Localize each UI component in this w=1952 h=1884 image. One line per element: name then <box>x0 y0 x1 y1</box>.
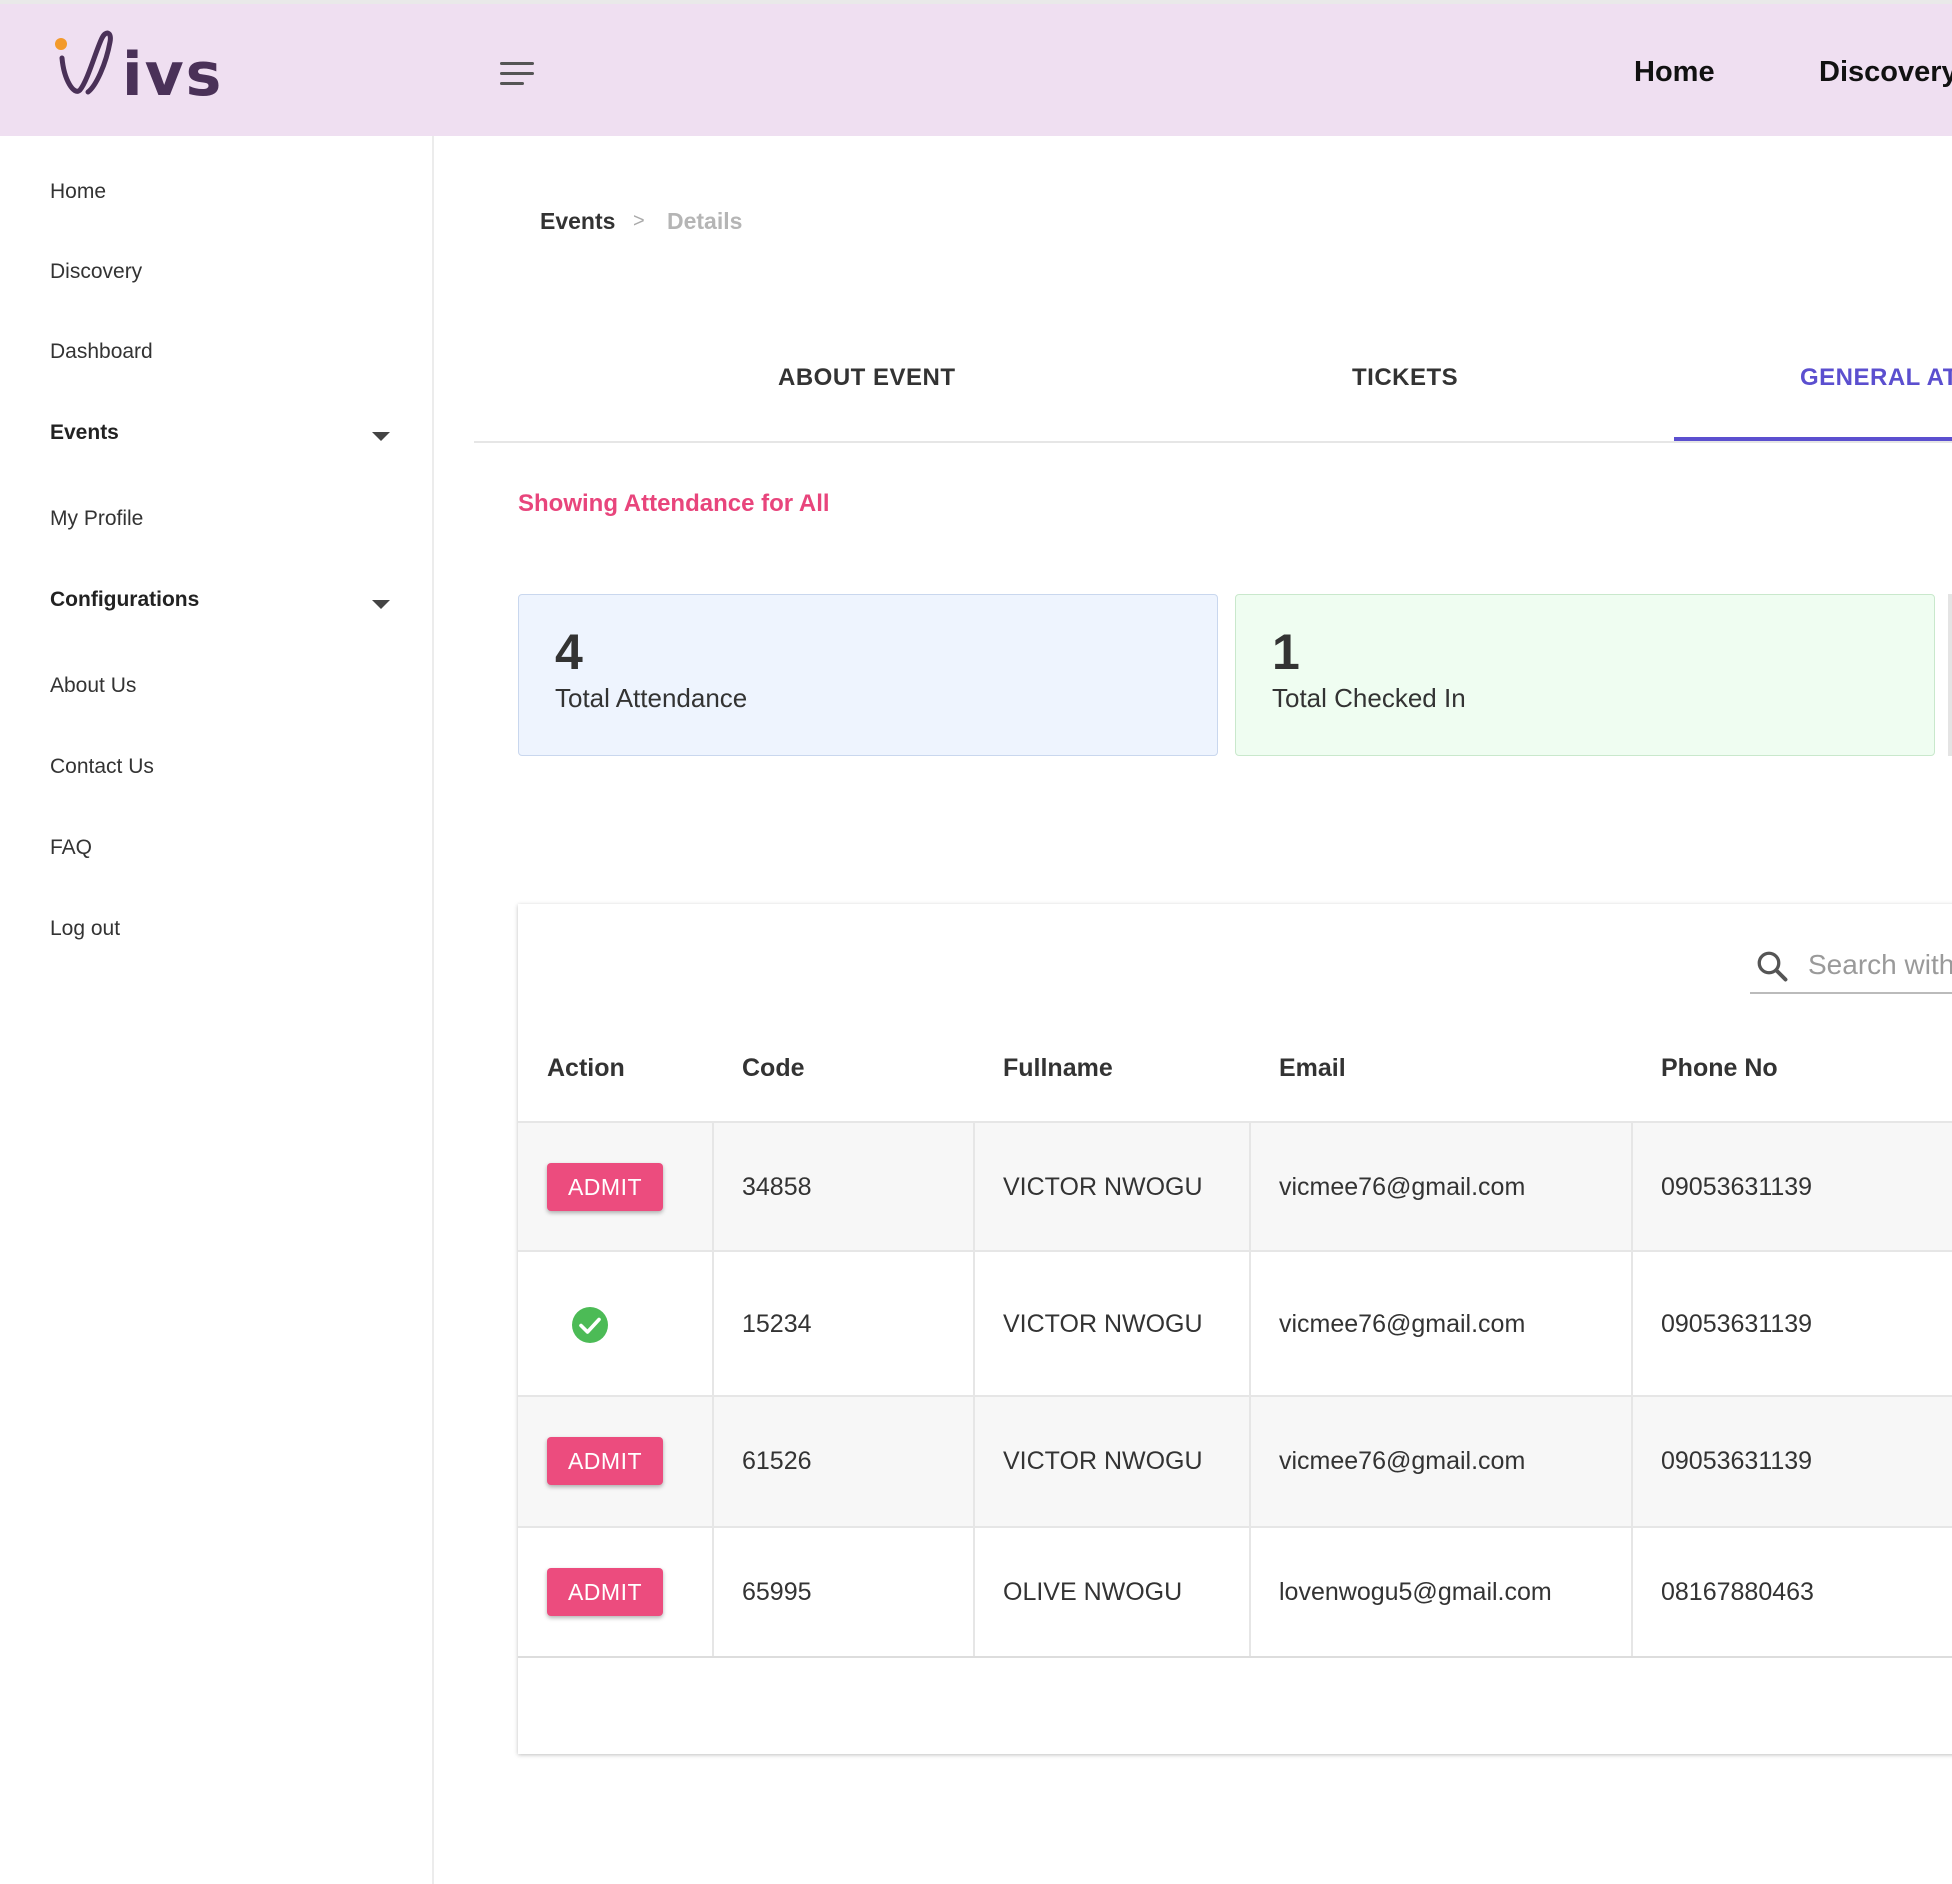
tab-about-event[interactable]: ABOUT EVENT <box>778 364 956 392</box>
phone-cell: 09053631139 <box>1661 1310 1813 1338</box>
code-cell: 61526 <box>742 1447 812 1475</box>
menu-toggle-icon[interactable] <box>500 62 536 88</box>
phone-cell: 08167880463 <box>1661 1578 1814 1606</box>
column-header-phone[interactable]: Phone No <box>1661 1054 1778 1083</box>
admit-button[interactable]: ADMIT <box>547 1163 663 1211</box>
fullname-cell: VICTOR NWOGU <box>1003 1447 1203 1475</box>
sidebar-item-my-profile[interactable]: My Profile <box>50 507 143 531</box>
table-row: 15234 VICTOR NWOGU vicmee76@gmail.com 09… <box>518 1250 1952 1395</box>
fullname-cell: VICTOR NWOGU <box>1003 1310 1203 1338</box>
total-checked-in-value: 1 <box>1272 624 1300 680</box>
sidebar: Home Discovery Dashboard Events My Profi… <box>0 136 434 1884</box>
header-bar: ivs Home Discovery <box>0 4 1952 136</box>
breadcrumb-events-link[interactable]: Events <box>540 208 615 235</box>
total-attendance-value: 4 <box>555 624 583 680</box>
table-footer-divider <box>518 1656 1952 1658</box>
total-attendance-label: Total Attendance <box>555 683 748 713</box>
attendance-heading: Showing Attendance for All <box>518 490 830 517</box>
search-box <box>1750 940 1952 994</box>
column-header-fullname[interactable]: Fullname <box>1003 1054 1113 1083</box>
column-header-email[interactable]: Email <box>1279 1054 1346 1083</box>
phone-cell: 09053631139 <box>1661 1173 1813 1201</box>
attendance-table-panel: Action Code Fullname Email Phone No ADMI… <box>518 904 1952 1754</box>
app-logo[interactable]: ivs <box>52 30 242 114</box>
sidebar-item-discovery[interactable]: Discovery <box>50 260 142 284</box>
sidebar-item-configurations[interactable]: Configurations <box>50 588 199 612</box>
sidebar-item-dashboard[interactable]: Dashboard <box>50 340 153 364</box>
breadcrumb-current: Details <box>667 208 743 234</box>
total-checked-in-label: Total Checked In <box>1272 683 1466 713</box>
next-card-edge <box>1948 594 1952 756</box>
table-row: ADMIT 34858 VICTOR NWOGU vicmee76@gmail.… <box>518 1121 1952 1250</box>
events-chevron-down-icon[interactable] <box>372 432 390 441</box>
sidebar-item-home[interactable]: Home <box>50 180 106 204</box>
email-cell: vicmee76@gmail.com <box>1279 1447 1526 1475</box>
breadcrumb-separator: > <box>633 210 645 232</box>
nav-home-link[interactable]: Home <box>1634 56 1715 89</box>
admit-button[interactable]: ADMIT <box>547 1568 663 1616</box>
sidebar-item-log-out[interactable]: Log out <box>50 917 120 941</box>
total-checked-in-card: 1 Total Checked In <box>1235 594 1935 756</box>
email-cell: vicmee76@gmail.com <box>1279 1310 1526 1338</box>
nav-discovery-link[interactable]: Discovery <box>1819 56 1952 89</box>
code-cell: 15234 <box>742 1310 812 1338</box>
table-row: ADMIT 65995 OLIVE NWOGU lovenwogu5@gmail… <box>518 1526 1952 1658</box>
active-tab-indicator <box>1674 437 1952 441</box>
fullname-cell: OLIVE NWOGU <box>1003 1578 1183 1606</box>
total-attendance-card: 4 Total Attendance <box>518 594 1218 756</box>
sidebar-item-events[interactable]: Events <box>50 421 119 445</box>
email-cell: vicmee76@gmail.com <box>1279 1173 1526 1201</box>
logo-mark-icon <box>55 30 113 95</box>
code-cell: 34858 <box>742 1173 812 1201</box>
search-icon <box>1757 951 1788 982</box>
email-cell: lovenwogu5@gmail.com <box>1279 1578 1552 1606</box>
sidebar-item-faq[interactable]: FAQ <box>50 836 92 860</box>
tab-general-attendance[interactable]: GENERAL AT <box>1800 364 1952 392</box>
column-header-action: Action <box>547 1054 625 1082</box>
search-input[interactable] <box>1806 944 1952 986</box>
tab-tickets[interactable]: TICKETS <box>1352 364 1458 392</box>
table-row: ADMIT 61526 VICTOR NWOGU vicmee76@gmail.… <box>518 1395 1952 1526</box>
code-cell: 65995 <box>742 1578 812 1606</box>
configurations-chevron-down-icon[interactable] <box>372 600 390 609</box>
tabs-divider <box>474 441 1952 443</box>
sidebar-item-contact-us[interactable]: Contact Us <box>50 755 154 779</box>
admit-button[interactable]: ADMIT <box>547 1437 663 1485</box>
logo-text: ivs <box>122 40 224 110</box>
sidebar-item-about-us[interactable]: About Us <box>50 674 136 698</box>
page: ivs Home Discovery Home Discovery Dashbo… <box>0 0 1952 1884</box>
column-header-code[interactable]: Code <box>742 1054 805 1083</box>
fullname-cell: VICTOR NWOGU <box>1003 1173 1203 1201</box>
phone-cell: 09053631139 <box>1661 1447 1813 1475</box>
checked-in-icon <box>572 1307 608 1343</box>
